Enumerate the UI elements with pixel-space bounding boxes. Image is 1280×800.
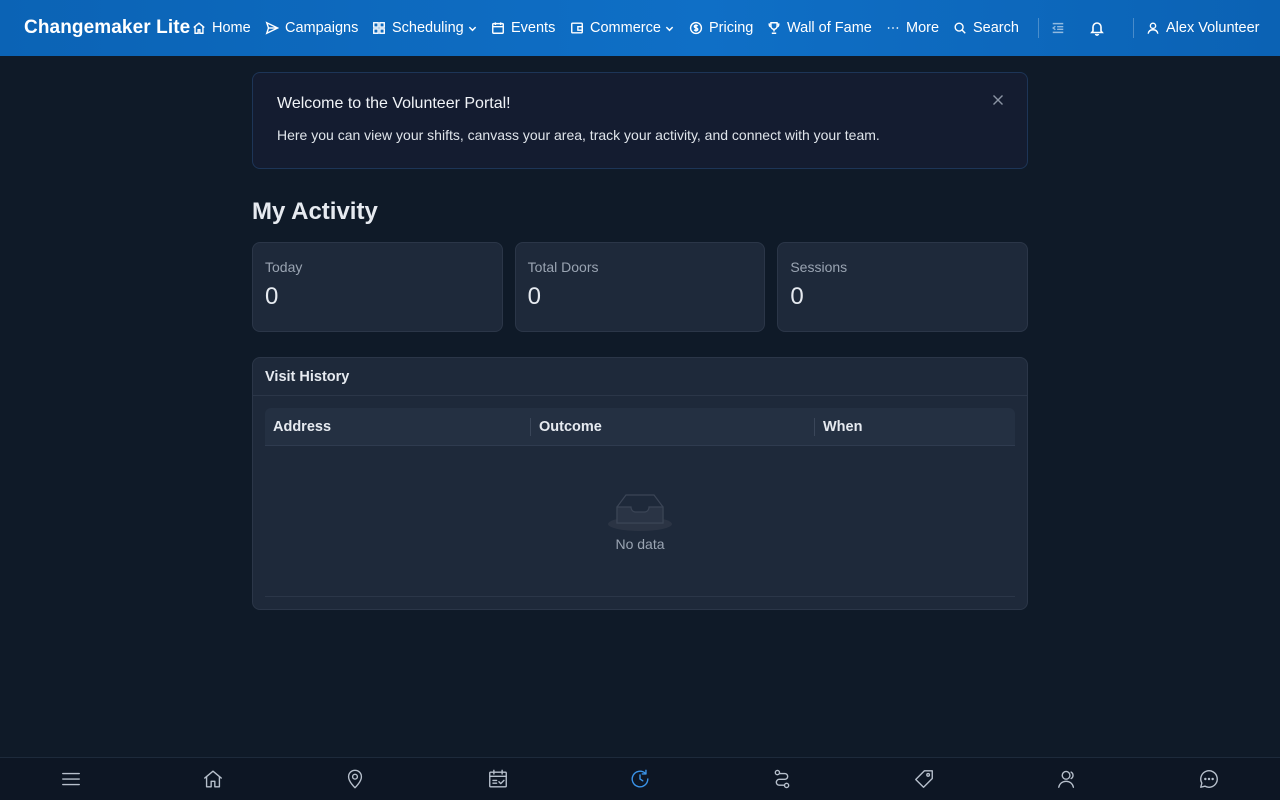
nav-item-events[interactable]: Events — [491, 0, 555, 56]
nav-divider — [1038, 18, 1039, 38]
stat-label: Total Doors — [527, 259, 599, 275]
grid-icon — [373, 22, 385, 34]
column-header-outcome[interactable]: Outcome — [539, 408, 602, 446]
bottom-tab-bar — [0, 757, 1280, 800]
tab-tags[interactable] — [911, 766, 937, 792]
chevron-down-icon — [468, 26, 476, 31]
tab-shifts[interactable] — [485, 766, 511, 792]
stat-value: 0 — [527, 283, 542, 310]
ellipsis-icon — [887, 27, 899, 29]
tab-activity[interactable] — [627, 766, 653, 792]
nav-label: More — [906, 20, 940, 36]
user-name: Alex Volunteer — [1166, 20, 1260, 36]
tab-home[interactable] — [200, 766, 226, 792]
chat-icon — [1200, 770, 1218, 788]
search-button[interactable]: Search — [953, 0, 1019, 56]
stat-label: Today — [265, 259, 303, 275]
tab-chat[interactable] — [1196, 766, 1222, 792]
alert-message: Here you can view your shifts, canvass y… — [277, 127, 880, 143]
nav-label: Campaigns — [285, 20, 359, 36]
user-icon — [1147, 22, 1159, 34]
column-header-when[interactable]: When — [823, 408, 862, 446]
stat-label: Sessions — [790, 259, 848, 275]
stat-card-sessions: Sessions 0 — [777, 242, 1029, 332]
stat-value: 0 — [265, 283, 279, 310]
tab-team[interactable] — [1054, 766, 1080, 792]
notifications-button[interactable] — [1085, 0, 1109, 56]
nav-item-wall-of-fame[interactable]: Wall of Fame — [767, 0, 872, 56]
alert-title: Welcome to the Volunteer Portal! — [277, 95, 511, 112]
tag-icon — [915, 770, 933, 788]
dollar-circle-icon — [689, 21, 703, 35]
nav-item-more[interactable]: More — [886, 0, 939, 56]
home-icon — [204, 770, 222, 788]
close-icon — [993, 95, 1003, 105]
visit-history-card: Visit History Address Outcome When No da… — [252, 357, 1028, 610]
history-clock-icon — [631, 769, 649, 788]
calendar-icon — [492, 22, 504, 34]
column-header-address[interactable]: Address — [273, 408, 331, 446]
main-content: Welcome to the Volunteer Portal! Here yo… — [252, 72, 1029, 610]
stat-card-total-doors: Total Doors 0 — [514, 242, 766, 332]
nav-label: Events — [511, 20, 556, 36]
app-title[interactable]: Changemaker Lite — [24, 0, 190, 56]
nav-label: Pricing — [709, 20, 754, 36]
calendar-check-icon — [489, 769, 507, 788]
stat-value: 0 — [790, 283, 804, 310]
column-divider — [814, 418, 815, 436]
column-divider — [530, 418, 531, 436]
tab-menu[interactable] — [58, 766, 84, 792]
stat-card-today: Today 0 — [252, 242, 503, 332]
nav-label: Home — [212, 20, 251, 36]
route-icon — [774, 769, 790, 789]
tab-routes[interactable] — [769, 766, 795, 792]
welcome-alert: Welcome to the Volunteer Portal! Here yo… — [252, 72, 1028, 169]
nav-item-home[interactable]: Home — [192, 0, 251, 56]
empty-state-text: No data — [615, 535, 665, 552]
nav-item-campaigns[interactable]: Campaigns — [265, 0, 358, 56]
nav-item-pricing[interactable]: Pricing — [689, 0, 753, 56]
team-icon — [1058, 770, 1075, 788]
nav-item-scheduling[interactable]: Scheduling — [372, 0, 477, 56]
map-pin-icon — [347, 769, 363, 789]
menu-icon — [62, 772, 80, 786]
table-empty-state: No data — [265, 446, 1015, 597]
top-navigation-bar: Changemaker Lite Home Campaigns Scheduli… — [0, 0, 1280, 56]
tab-map[interactable] — [342, 766, 368, 792]
page-title: My Activity — [252, 198, 378, 225]
nav-item-commerce[interactable]: Commerce — [570, 0, 674, 56]
home-icon — [193, 22, 205, 34]
nav-label: Commerce — [590, 20, 661, 36]
nav-label: Wall of Fame — [787, 20, 872, 36]
nav-divider — [1133, 18, 1134, 38]
visit-history-title: Visit History — [253, 358, 1027, 396]
bell-icon — [1090, 22, 1104, 36]
nav-label: Scheduling — [392, 20, 464, 36]
empty-inbox-icon — [608, 493, 672, 531]
trophy-icon — [768, 22, 780, 34]
send-icon — [265, 21, 279, 35]
visit-history-table: Address Outcome When No data — [265, 408, 1015, 597]
search-icon — [954, 22, 966, 34]
close-alert-button[interactable] — [991, 93, 1005, 107]
table-header: Address Outcome When — [265, 408, 1015, 446]
collapse-menu-button[interactable] — [1046, 0, 1070, 56]
stats-row: Today 0 Total Doors 0 Sessions 0 — [252, 242, 1029, 332]
user-menu[interactable]: Alex Volunteer — [1146, 0, 1260, 56]
wallet-icon — [571, 22, 583, 34]
menu-indent-icon — [1052, 22, 1064, 34]
search-label: Search — [973, 20, 1019, 36]
chevron-down-icon — [665, 26, 674, 31]
